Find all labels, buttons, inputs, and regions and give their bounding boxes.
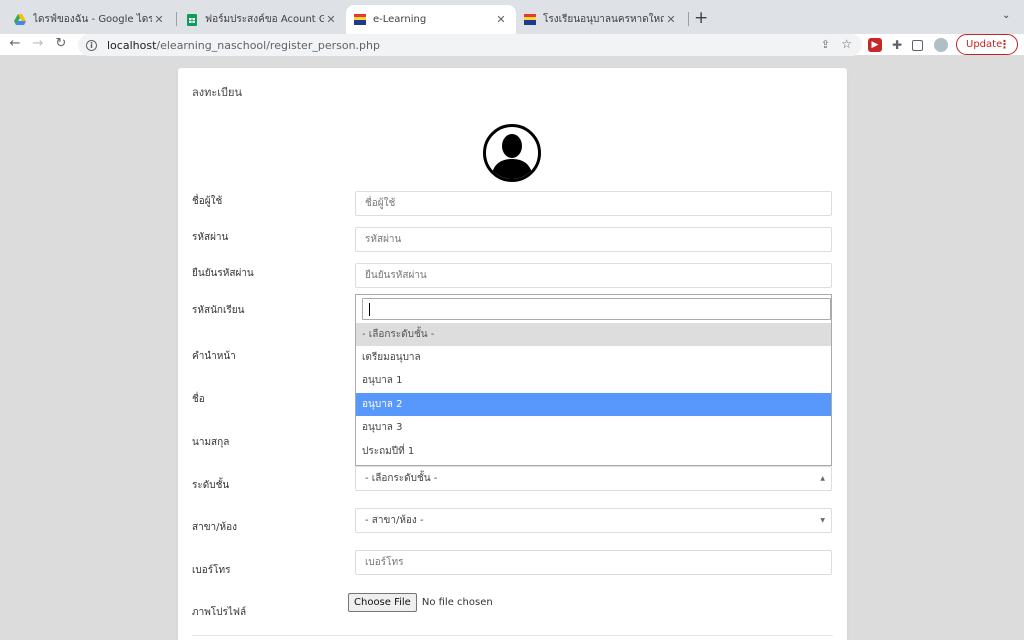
close-icon[interactable]: ✕	[152, 13, 166, 26]
dropdown-option[interactable]: ประถมปีที่ 1	[356, 440, 831, 463]
avatar[interactable]	[934, 38, 948, 52]
reload-icon[interactable]: ↻	[52, 36, 70, 51]
room-select[interactable]: - สาขา/ห้อง - ▼	[355, 508, 832, 533]
info-icon[interactable]: i	[86, 39, 97, 51]
room-value: - สาขา/ห้อง -	[365, 515, 424, 526]
grade-level-select[interactable]: - เลือกระดับชั้น - ▲	[355, 466, 832, 491]
tab-separator	[176, 12, 177, 26]
grade-level-label: ระดับชั้น	[192, 480, 230, 491]
share-icon[interactable]: ⇪	[821, 38, 830, 51]
tab-separator	[688, 12, 689, 26]
tab-school-site[interactable]: โรงเรียนอนุบาลนครหาดใหญ่ (นะ ส ✕	[516, 5, 686, 34]
divider	[192, 635, 833, 636]
close-icon[interactable]: ✕	[494, 13, 508, 26]
url-host: localhost	[107, 38, 157, 52]
url-text: localhost/elearning_naschool/register_pe…	[107, 39, 380, 52]
browser-toolbar: ← → ↻ i localhost/elearning_naschool/reg…	[0, 34, 1024, 56]
tab-title: ฟอร์มประสงค์ขอ Acount Google	[205, 14, 324, 25]
phone-label: เบอร์โทร	[192, 565, 231, 576]
password-label: รหัสผ่าน	[192, 232, 229, 243]
google-sheets-icon	[186, 13, 198, 26]
tab-title: ไดรฟ์ของฉัน - Google ไดรฟ์	[33, 14, 152, 25]
tab-e-learning[interactable]: e-Learning ✕	[346, 5, 516, 34]
bookmark-star-icon[interactable]: ☆	[841, 37, 852, 51]
puzzle-extensions-icon[interactable]: ✚	[890, 38, 904, 52]
caret-down-icon: ▼	[820, 517, 825, 524]
dropdown-option: - เลือกระดับชั้น -	[356, 323, 831, 346]
dropdown-option[interactable]: อนุบาล 1	[356, 369, 831, 392]
phone-input[interactable]: เบอร์โทร	[355, 550, 832, 575]
address-bar[interactable]: i localhost/elearning_naschool/register_…	[78, 34, 862, 56]
school-logo-icon	[524, 14, 536, 26]
browser-tab-strip: ไดรฟ์ของฉัน - Google ไดรฟ์ ✕ ฟอร์มประสงค…	[0, 0, 1024, 34]
new-tab-icon[interactable]: +	[694, 8, 708, 28]
dropdown-search-input[interactable]	[362, 298, 831, 320]
tab-google-drive[interactable]: ไดรฟ์ของฉัน - Google ไดรฟ์ ✕	[6, 5, 174, 34]
update-label: Update	[966, 39, 1003, 50]
page-title: ลงทะเบียน	[192, 86, 242, 99]
file-status: No file chosen	[421, 597, 493, 608]
school-logo-icon	[354, 14, 366, 26]
close-icon[interactable]: ✕	[664, 13, 678, 26]
side-panel-icon[interactable]	[912, 40, 923, 51]
tab-google-form[interactable]: ฟอร์มประสงค์ขอ Acount Google ✕	[178, 5, 346, 34]
tab-title: โรงเรียนอนุบาลนครหาดใหญ่ (นะ ส	[543, 14, 664, 25]
confirm-password-label: ยืนยันรหัสผ่าน	[192, 268, 254, 279]
google-drive-icon	[14, 14, 26, 26]
password-input[interactable]: รหัสผ่าน	[355, 227, 832, 252]
first-name-label: ชื่อ	[192, 394, 205, 405]
extension-icon[interactable]: ▶	[868, 38, 882, 52]
grade-level-value: - เลือกระดับชั้น -	[365, 473, 438, 484]
choose-file-button[interactable]: Choose File	[348, 593, 417, 612]
dropdown-option[interactable]: เตรียมอนุบาล	[356, 346, 831, 369]
prefix-label: คำนำหน้า	[192, 351, 236, 362]
username-input[interactable]: ชื่อผู้ใช้	[355, 191, 832, 216]
forward-arrow-icon[interactable]: →	[29, 36, 47, 51]
menu-dots-icon[interactable]: ⋮	[999, 38, 1010, 51]
caret-up-icon: ▲	[820, 475, 825, 482]
user-avatar-icon	[483, 124, 541, 182]
update-button[interactable]: Update ⋮	[956, 34, 1018, 55]
profile-image-picker: Choose File No file chosen	[348, 593, 493, 612]
dropdown-option-highlighted[interactable]: อนุบาล 2	[356, 393, 831, 416]
grade-level-dropdown: - เลือกระดับชั้น - เตรียมอนุบาล อนุบาล 1…	[355, 294, 832, 466]
dropdown-option[interactable]: อนุบาล 3	[356, 416, 831, 439]
room-label: สาขา/ห้อง	[192, 522, 238, 533]
back-arrow-icon[interactable]: ←	[6, 36, 24, 51]
username-label: ชื่อผู้ใช้	[192, 196, 223, 207]
confirm-password-input[interactable]: ยืนยันรหัสผ่าน	[355, 263, 832, 288]
tab-title: e-Learning	[373, 14, 427, 25]
last-name-label: นามสกุล	[192, 437, 230, 448]
profile-image-label: ภาพโปรไฟล์	[192, 607, 247, 618]
close-icon[interactable]: ✕	[324, 13, 338, 26]
text-cursor	[369, 303, 370, 316]
chevron-down-icon[interactable]: ⌄	[1002, 10, 1010, 21]
student-id-label: รหัสนักเรียน	[192, 305, 245, 316]
url-path: /elearning_naschool/register_person.php	[156, 38, 380, 52]
